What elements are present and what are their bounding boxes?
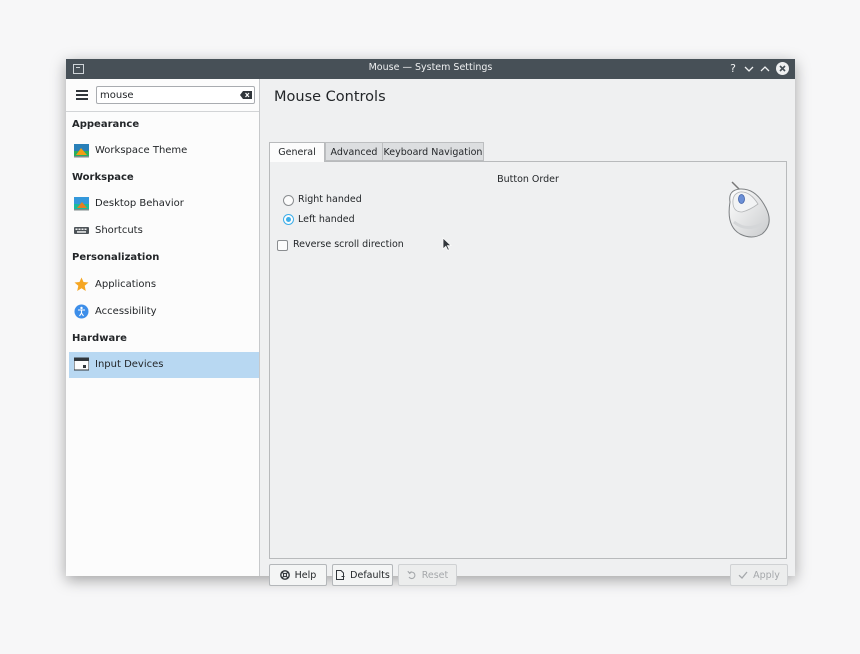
page-title: Mouse Controls — [274, 89, 386, 105]
mouse-pointer-icon — [442, 237, 452, 251]
sidebar-item-label: Workspace Theme — [95, 145, 188, 156]
help-lifebuoy-icon — [279, 570, 290, 580]
reset-button[interactable]: Reset — [398, 564, 457, 586]
category-hardware: Hardware — [72, 333, 127, 344]
title-bar[interactable]: Mouse — System Settings ? — [66, 59, 795, 79]
window-title: Mouse — System Settings — [368, 62, 493, 73]
category-workspace: Workspace — [72, 172, 134, 183]
defaults-document-icon — [336, 570, 345, 580]
sidebar-item-accessibility[interactable]: Accessibility — [69, 299, 259, 325]
search-row — [66, 79, 259, 112]
reset-button-label: Reset — [421, 569, 449, 581]
hamburger-menu-icon[interactable] — [76, 90, 88, 100]
clear-text-icon[interactable] — [240, 91, 252, 99]
apply-button-label: Apply — [753, 569, 780, 581]
tab-general[interactable]: General — [269, 142, 325, 162]
accessibility-icon — [74, 304, 89, 319]
sidebar-item-label: Accessibility — [95, 306, 157, 317]
sidebar-item-shortcuts[interactable]: Shortcuts — [69, 218, 259, 244]
right-handed-label[interactable]: Right handed — [298, 194, 362, 205]
input-devices-icon — [74, 357, 89, 371]
button-order-title: Button Order — [497, 174, 559, 185]
sidebar-item-label: Shortcuts — [95, 225, 143, 236]
reverse-scroll-label[interactable]: Reverse scroll direction — [293, 239, 404, 250]
apply-button[interactable]: Apply — [730, 564, 788, 586]
sidebar-item-label: Input Devices — [95, 359, 164, 370]
settings-window: Mouse — System Settings ? Appearance — [66, 59, 795, 586]
sidebar-item-input-devices[interactable]: Input Devices — [69, 352, 259, 378]
defaults-button-label: Defaults — [350, 569, 390, 581]
sidebar-item-applications[interactable]: Applications — [69, 272, 259, 298]
right-handed-radio[interactable] — [283, 195, 294, 206]
sidebar-item-label: Desktop Behavior — [95, 198, 184, 209]
category-appearance: Appearance — [72, 119, 140, 130]
sidebar-item-workspace-theme[interactable]: Workspace Theme — [69, 138, 259, 164]
left-handed-radio[interactable] — [283, 214, 294, 225]
sidebar-item-desktop-behavior[interactable]: Desktop Behavior — [69, 191, 259, 217]
help-icon[interactable]: ? — [727, 61, 739, 77]
star-icon — [74, 277, 89, 291]
workspace-theme-icon — [74, 144, 89, 158]
tab-advanced[interactable]: Advanced — [325, 142, 383, 161]
help-button-label: Help — [294, 569, 317, 581]
category-personalization: Personalization — [72, 252, 160, 263]
general-panel: Button Order Right handed Left handed Re… — [269, 161, 787, 559]
reverse-scroll-checkbox[interactable] — [277, 240, 288, 251]
close-icon[interactable] — [776, 62, 789, 75]
sidebar-item-label: Applications — [95, 279, 157, 290]
maximize-icon[interactable] — [759, 61, 771, 77]
mouse-device-icon — [728, 181, 770, 238]
keyboard-icon — [74, 227, 89, 234]
sidebar: Appearance Workspace Theme Workspace Des… — [66, 79, 260, 576]
minimize-icon[interactable] — [743, 61, 755, 77]
reset-undo-icon — [407, 570, 416, 580]
search-input[interactable] — [96, 86, 255, 104]
help-button[interactable]: Help — [269, 564, 327, 586]
left-handed-label[interactable]: Left handed — [298, 214, 355, 225]
main-content: Mouse Controls General Advanced Keyboard… — [260, 79, 795, 586]
desktop-behavior-icon — [74, 197, 89, 211]
tab-keyboard-navigation[interactable]: Keyboard Navigation — [382, 142, 484, 161]
checkmark-icon — [738, 571, 748, 579]
defaults-button[interactable]: Defaults — [332, 564, 393, 586]
